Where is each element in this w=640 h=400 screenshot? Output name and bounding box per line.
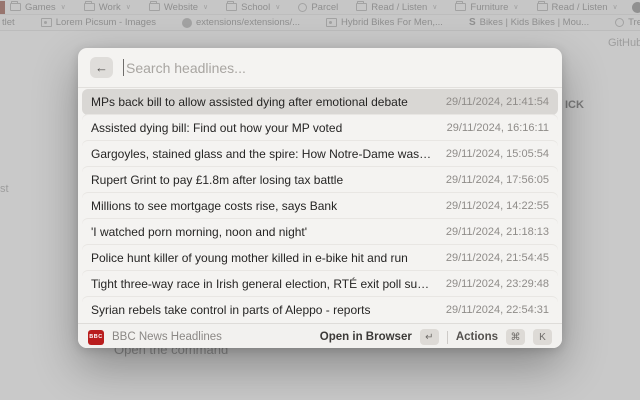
- bookmark-folder-item[interactable]: Games: [10, 2, 66, 13]
- bookmark-folder-icon: [455, 3, 466, 11]
- bookmarks-bar-row1: Games Work Website School Parcel Read / …: [0, 0, 640, 15]
- bookmark-item[interactable]: Bikes | Kids Bikes | Mou...: [469, 17, 589, 28]
- bookmark-item[interactable]: tlet: [2, 17, 15, 28]
- headline-timestamp: 29/11/2024, 22:54:31: [446, 304, 549, 316]
- headline-timestamp: 29/11/2024, 21:54:45: [446, 252, 549, 264]
- return-key-icon[interactable]: ↵: [420, 329, 439, 345]
- bookmark-item[interactable]: Hybrid Bikes For Men,...: [326, 17, 443, 28]
- search-field-wrap: [123, 59, 550, 76]
- bbc-logo-icon: BBC: [88, 330, 104, 345]
- bookmark-favicon: [469, 17, 476, 28]
- headline-timestamp: 29/11/2024, 15:05:54: [446, 148, 549, 160]
- bookmark-label: School: [241, 2, 270, 13]
- bookmark-item[interactable]: Lorem Picsum - Images: [41, 17, 156, 28]
- headline-row[interactable]: Syrian rebels take control in parts of A…: [82, 297, 558, 323]
- search-input[interactable]: [126, 60, 550, 76]
- headline-title: MPs back bill to allow assisted dying af…: [91, 95, 408, 109]
- bookmarks-bar-row2: tlet Lorem Picsum - Images extensions/ex…: [0, 15, 640, 31]
- bookmark-favicon: [326, 18, 337, 27]
- headline-row[interactable]: Assisted dying bill: Find out how your M…: [82, 115, 558, 141]
- headline-timestamp: 29/11/2024, 23:29:48: [446, 278, 549, 290]
- bookmark-label: extensions/extensions/...: [196, 17, 300, 28]
- text-caret: [123, 59, 124, 76]
- headline-list: MPs back bill to allow assisted dying af…: [78, 88, 562, 323]
- clipped-favicon: [0, 1, 5, 14]
- headline-title: Gargoyles, stained glass and the spire: …: [91, 147, 434, 161]
- headline-timestamp: 29/11/2024, 21:18:13: [446, 226, 549, 238]
- bookmark-folder-item[interactable]: Parcel: [298, 2, 338, 13]
- headline-row[interactable]: Police hunt killer of young mother kille…: [82, 245, 558, 271]
- back-button[interactable]: ←: [90, 57, 113, 78]
- bookmark-favicon: [615, 18, 624, 27]
- bookmark-label: Lorem Picsum - Images: [56, 17, 156, 28]
- headline-row[interactable]: 'I watched porn morning, noon and night'…: [82, 219, 558, 245]
- open-in-browser-button[interactable]: Open in Browser: [320, 331, 412, 343]
- bookmark-folder-icon: [149, 3, 160, 11]
- bookmark-label: tlet: [2, 17, 15, 28]
- bookmark-label: Furniture: [470, 2, 508, 13]
- bookmark-folder-icon: [84, 3, 95, 11]
- bookmark-favicon: [41, 18, 52, 27]
- bookmark-folder-icon: [10, 3, 21, 11]
- headline-timestamp: 29/11/2024, 21:41:54: [446, 96, 549, 108]
- bookmark-folder-item[interactable]: School: [226, 2, 280, 13]
- headline-row[interactable]: MPs back bill to allow assisted dying af…: [82, 89, 558, 115]
- bookmark-label: Website: [164, 2, 198, 13]
- bookmark-label: Bikes | Kids Bikes | Mou...: [480, 17, 589, 28]
- bookmark-label: Work: [99, 2, 121, 13]
- bg-partial-word: ICK: [565, 99, 584, 111]
- screen: Games Work Website School Parcel Read / …: [0, 0, 640, 400]
- headline-row[interactable]: Gargoyles, stained glass and the spire: …: [82, 141, 558, 167]
- bookmark-folder-item[interactable]: Website: [149, 2, 208, 13]
- bookmark-folder-icon: [226, 3, 237, 11]
- headline-title: 'I watched porn morning, noon and night': [91, 225, 307, 239]
- headline-row[interactable]: Tight three-way race in Irish general el…: [82, 271, 558, 297]
- headline-timestamp: 29/11/2024, 16:16:11: [447, 122, 549, 134]
- actions-button[interactable]: Actions: [456, 331, 498, 343]
- extension-name: BBC News Headlines: [112, 331, 312, 343]
- headline-title: Millions to see mortgage costs rise, say…: [91, 199, 337, 213]
- headline-title: Assisted dying bill: Find out how your M…: [91, 121, 342, 135]
- bookmark-folder-icon: [537, 3, 548, 11]
- headline-title: Police hunt killer of young mother kille…: [91, 251, 408, 265]
- bookmark-folder-item[interactable]: Work: [84, 2, 131, 13]
- back-arrow-icon: ←: [95, 61, 108, 74]
- bookmark-label: Hybrid Bikes For Men,...: [341, 17, 443, 28]
- command-palette: ← MPs back bill to allow assisted dying …: [78, 48, 562, 348]
- headline-row[interactable]: Rupert Grint to pay £1.8m after losing t…: [82, 167, 558, 193]
- bookmark-folder-item[interactable]: Read / Listen: [537, 2, 618, 13]
- bookmark-folder-item[interactable]: Furniture: [455, 2, 518, 13]
- bookmark-label: Read / Listen: [371, 2, 427, 13]
- footer-divider: [447, 331, 448, 344]
- bookmark-label: Trek Hybrid Bike for sal...: [628, 17, 640, 28]
- headline-title: Syrian rebels take control in parts of A…: [91, 303, 370, 317]
- clipped-globe-icon: [632, 2, 640, 13]
- bookmark-label: Games: [25, 2, 56, 13]
- bookmark-folder-icon: [356, 3, 367, 11]
- bookmark-folder-icon: [298, 3, 307, 12]
- bookmark-favicon: [182, 18, 192, 28]
- bg-github-link[interactable]: GitHub: [608, 37, 640, 49]
- search-header: ←: [78, 48, 562, 88]
- headline-title: Tight three-way race in Irish general el…: [91, 277, 434, 291]
- k-key-icon[interactable]: K: [533, 329, 552, 345]
- bookmark-item[interactable]: Trek Hybrid Bike for sal...: [615, 17, 640, 28]
- modal-footer: BBC BBC News Headlines Open in Browser ↵…: [78, 323, 562, 348]
- bookmark-label: Parcel: [311, 2, 338, 13]
- bookmark-item[interactable]: extensions/extensions/...: [182, 17, 300, 28]
- bookmark-label: Read / Listen: [552, 2, 608, 13]
- headline-timestamp: 29/11/2024, 17:56:05: [446, 174, 549, 186]
- headline-row[interactable]: Millions to see mortgage costs rise, say…: [82, 193, 558, 219]
- headline-title: Rupert Grint to pay £1.8m after losing t…: [91, 173, 343, 187]
- bg-partial-edge-text: st: [0, 183, 9, 195]
- headline-timestamp: 29/11/2024, 14:22:55: [446, 200, 549, 212]
- bookmark-folder-item[interactable]: Read / Listen: [356, 2, 437, 13]
- cmd-key-icon[interactable]: ⌘: [506, 329, 525, 345]
